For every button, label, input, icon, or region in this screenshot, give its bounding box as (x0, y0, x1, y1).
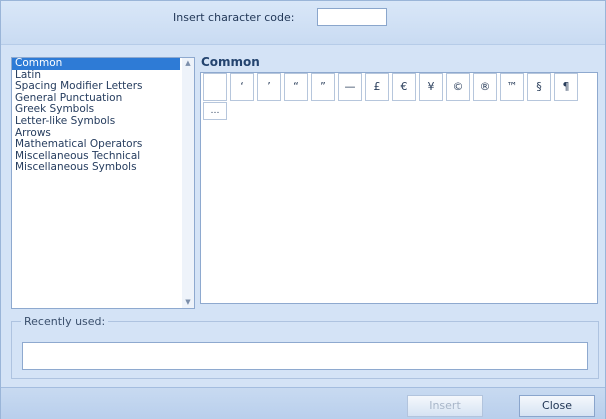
button-bar: Insert Close (1, 387, 605, 419)
character-group-title: Common (201, 55, 260, 69)
character-cell[interactable]: ¶ (554, 73, 578, 101)
special-character-dialog: Insert character code: Common Latin Spacin… (0, 0, 606, 419)
category-list[interactable]: Common Latin Spacing Modifier Letters Gener… (11, 57, 195, 309)
character-cell[interactable]: ® (473, 73, 497, 101)
character-cell[interactable]: § (527, 73, 551, 101)
recently-used-group: Recently used: (11, 315, 599, 379)
category-item[interactable]: Letter-like Symbols (12, 115, 194, 128)
character-cell[interactable]: ™ (500, 73, 524, 101)
insert-button[interactable]: Insert (407, 395, 483, 417)
category-scrollbar[interactable]: ▲ ▼ (182, 58, 194, 308)
header-bar: Insert character code: (1, 1, 605, 45)
recently-used-box (22, 342, 588, 370)
category-item[interactable]: Mathematical Operators (12, 139, 194, 151)
character-cell[interactable] (203, 73, 227, 101)
scroll-down-icon[interactable]: ▼ (182, 297, 194, 308)
character-panel: ‘’ “” — £ € ¥ © ® ™ § ¶ … (200, 72, 598, 304)
category-item[interactable]: Miscellaneous Symbols (12, 162, 194, 174)
scroll-up-icon[interactable]: ▲ (182, 58, 194, 69)
character-cell[interactable]: … (203, 102, 227, 120)
category-items: Common Latin Spacing Modifier Letters Gener… (12, 57, 194, 174)
character-cell[interactable]: “ (284, 73, 308, 101)
recently-used-label: Recently used: (21, 315, 109, 328)
character-code-label: Insert character code: (173, 11, 295, 24)
character-cell[interactable]: ‘ (230, 73, 254, 101)
character-cell[interactable]: — (338, 73, 362, 101)
close-button[interactable]: Close (519, 395, 595, 417)
character-code-input[interactable] (317, 8, 387, 26)
character-cell[interactable]: © (446, 73, 470, 101)
character-cell[interactable]: ’ (257, 73, 281, 101)
character-cell[interactable]: ” (311, 73, 335, 101)
character-cell[interactable]: £ (365, 73, 389, 101)
character-cell[interactable]: ¥ (419, 73, 443, 101)
character-cell[interactable]: € (392, 73, 416, 101)
category-item[interactable]: Common (12, 57, 180, 70)
